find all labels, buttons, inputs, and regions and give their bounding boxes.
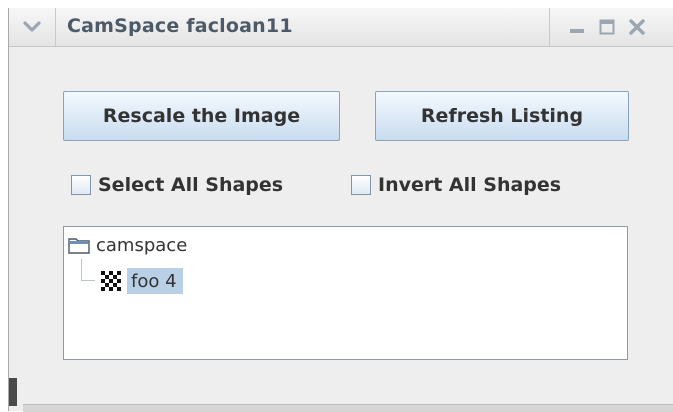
checkbox-box[interactable] [71,175,91,195]
camspace-window: CamSpace facloan11 Rescale the Image Ref… [8,8,673,412]
window-title: CamSpace facloan11 [67,15,293,37]
maximize-icon [599,19,615,35]
title-bar[interactable]: CamSpace facloan11 [9,8,673,47]
tree-connector [81,259,82,280]
tree-child-label: foo 4 [127,268,183,294]
tree-connector [81,280,95,281]
select-all-shapes-label: Select All Shapes [98,174,284,196]
minimize-icon [570,29,584,33]
tree-root-label: camspace [96,234,188,256]
refresh-listing-button[interactable]: Refresh Listing [375,91,629,141]
chevron-down-icon [23,21,41,32]
close-icon [629,19,645,35]
invert-all-shapes-checkbox[interactable]: Invert All Shapes [351,172,561,198]
maximize-button[interactable] [594,8,620,46]
tree-node-camspace[interactable]: camspace [68,233,187,257]
close-button[interactable] [624,8,650,46]
tree-node-foo-4[interactable]: foo 4 [101,268,183,294]
minimize-button[interactable] [564,8,590,46]
window-edge-mark [9,378,17,406]
select-all-shapes-checkbox[interactable]: Select All Shapes [71,172,283,198]
folder-icon [68,238,90,254]
checkerboard-icon [101,271,121,291]
checkbox-box[interactable] [351,175,371,195]
window-menu-button[interactable] [9,8,56,46]
shape-tree[interactable]: camspace foo 4 [63,226,628,360]
title-divider [549,8,550,46]
rescale-image-button[interactable]: Rescale the Image [63,91,340,141]
invert-all-shapes-label: Invert All Shapes [378,174,562,196]
